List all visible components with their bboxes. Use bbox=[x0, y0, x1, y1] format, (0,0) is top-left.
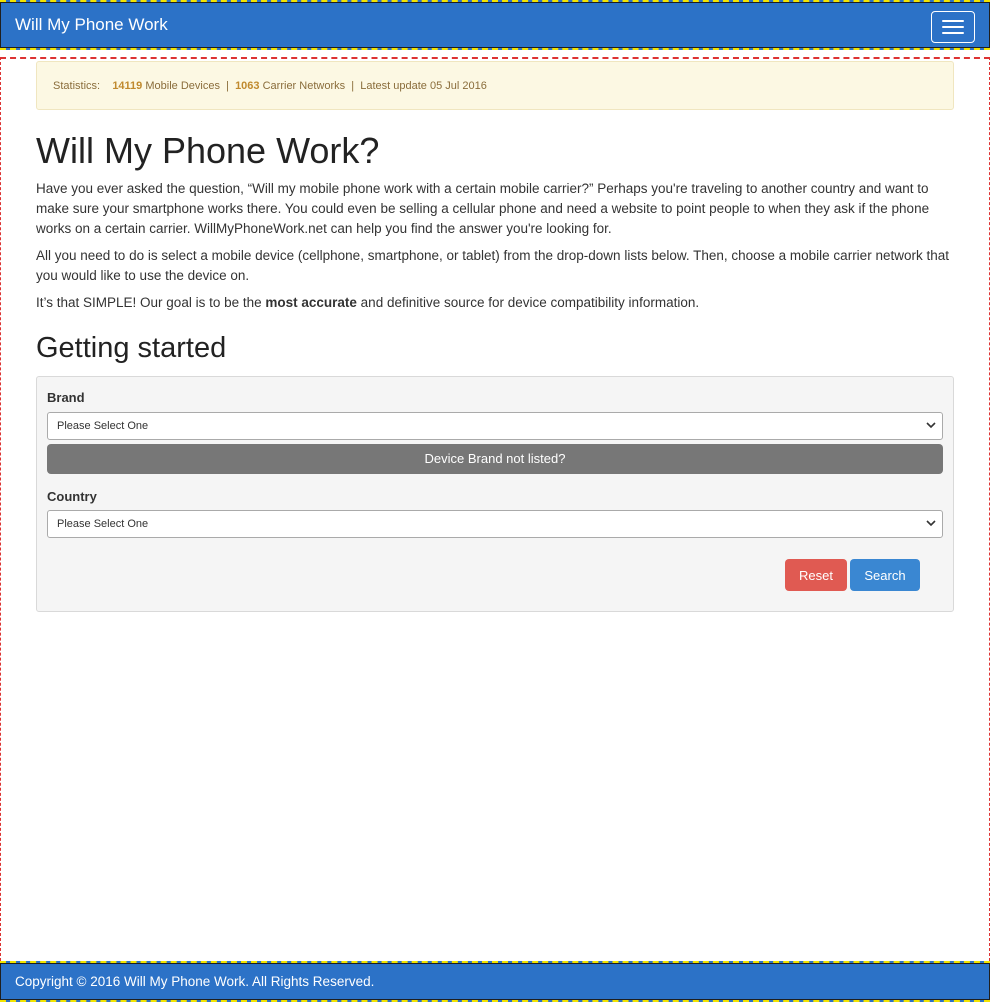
search-form-panel: Brand Please Select One Device Brand not… bbox=[36, 376, 954, 612]
statistics-bar: Statistics: 14119 Mobile Devices | 1063 … bbox=[36, 61, 954, 110]
latest-update-text: Latest update 05 Jul 2016 bbox=[360, 80, 487, 92]
intro-text: Have you ever asked the question, “Will … bbox=[36, 179, 954, 320]
intro-text-segment: and definitive source for device compati… bbox=[356, 295, 700, 310]
stats-separator: | bbox=[351, 80, 355, 92]
carriers-count: 1063 bbox=[235, 80, 260, 92]
intro-paragraph: It’s that SIMPLE! Our goal is to be the … bbox=[36, 293, 954, 313]
intro-text-segment: It’s that SIMPLE! Our goal is to be the bbox=[36, 295, 266, 310]
emphasis-text: most accurate bbox=[265, 295, 357, 310]
chevron-down-icon bbox=[926, 422, 936, 429]
footer: Copyright © 2016 Will My Phone Work. All… bbox=[0, 961, 990, 1002]
page-title: Will My Phone Work? bbox=[36, 130, 380, 171]
devices-count: 14119 bbox=[112, 80, 143, 92]
intro-paragraph: Have you ever asked the question, “Will … bbox=[36, 181, 930, 236]
reset-button[interactable]: Reset bbox=[785, 559, 847, 591]
country-select[interactable]: Please Select One bbox=[47, 510, 943, 538]
brand-select-value: Please Select One bbox=[57, 420, 149, 432]
country-label: Country bbox=[47, 489, 97, 504]
brand-label: Brand bbox=[47, 390, 85, 405]
site-brand-link[interactable]: Will My Phone Work bbox=[15, 15, 168, 35]
hamburger-menu-icon bbox=[942, 20, 964, 34]
carriers-label: Carrier Networks bbox=[262, 80, 346, 92]
chevron-down-icon bbox=[926, 520, 936, 527]
section-title: Getting started bbox=[36, 332, 227, 364]
top-navbar: Will My Phone Work bbox=[0, 0, 990, 50]
statistics-label: Statistics: bbox=[53, 80, 101, 92]
brand-not-listed-button[interactable]: Device Brand not listed? bbox=[47, 444, 943, 474]
search-button[interactable]: Search bbox=[850, 559, 920, 591]
country-select-value: Please Select One bbox=[57, 518, 149, 530]
brand-select[interactable]: Please Select One bbox=[47, 412, 943, 440]
stats-separator: | bbox=[226, 80, 229, 92]
devices-label: Mobile Devices bbox=[145, 80, 220, 92]
navbar-toggle-button[interactable] bbox=[931, 11, 975, 43]
intro-paragraph: All you need to do is select a mobile de… bbox=[36, 248, 949, 283]
copyright-text: Copyright © 2016 Will My Phone Work. All… bbox=[15, 974, 375, 989]
